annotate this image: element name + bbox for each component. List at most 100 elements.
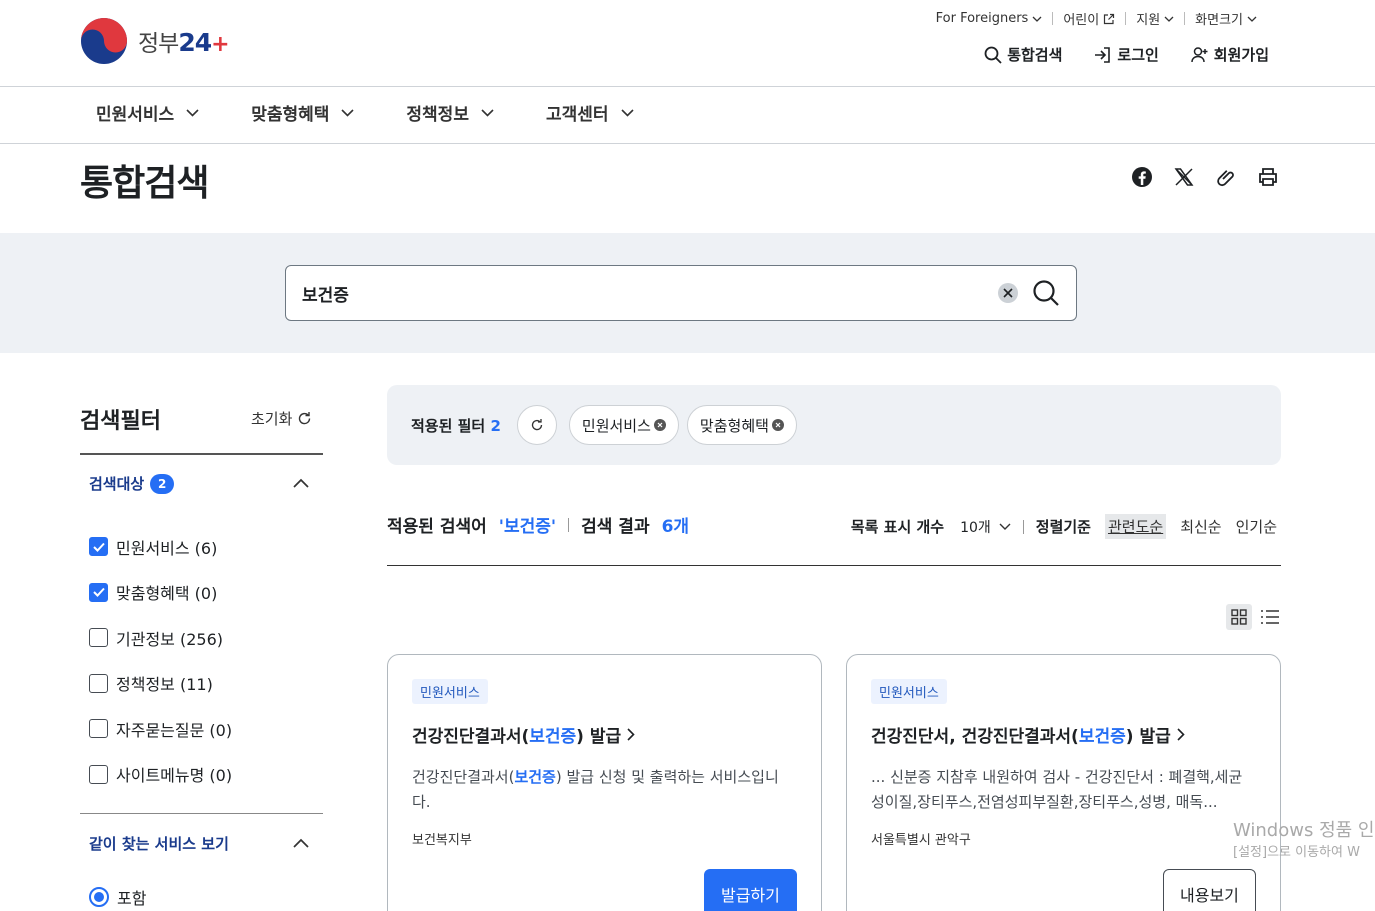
chevron-right-icon	[1177, 728, 1185, 741]
card-description: 건강진단결과서(보건증) 발급 신청 및 출력하는 서비스입니다.	[412, 768, 779, 811]
results-divider	[387, 565, 1281, 566]
chevron-down-icon	[1164, 16, 1174, 22]
chevron-down-icon	[481, 108, 494, 117]
remove-chip-icon[interactable]	[771, 419, 784, 431]
for-foreigners-menu[interactable]: For Foreigners	[926, 11, 1053, 26]
applied-filters-bar: 적용된 필터 2 민원서비스 맞춤형혜택	[387, 385, 1281, 465]
result-count: 6개	[661, 517, 690, 537]
list-view-icon[interactable]	[1260, 609, 1280, 625]
list-count-select[interactable]: 10개	[960, 517, 1011, 537]
count-badge: 2	[150, 473, 175, 494]
chevron-right-icon	[627, 728, 635, 741]
checkbox-checked[interactable]	[89, 537, 108, 557]
category-tag: 민원서비스	[871, 679, 947, 704]
checkbox-checked[interactable]	[89, 582, 108, 602]
sort-relevance[interactable]: 관련도순	[1104, 514, 1167, 539]
search-icon	[984, 46, 1002, 64]
checkbox[interactable]	[89, 719, 108, 739]
result-summary: 적용된 검색어 '보건증' 검색 결과 6개	[387, 512, 689, 537]
chevron-up-icon[interactable]	[293, 478, 309, 488]
related-services-header[interactable]: 같이 찾는 서비스 보기	[89, 833, 229, 854]
clear-search-button[interactable]	[998, 283, 1018, 303]
paperclip-link-icon[interactable]	[1215, 166, 1237, 188]
applied-term: '보건증'	[498, 517, 557, 537]
signup-link[interactable]: 회원가입	[1191, 44, 1269, 65]
filter-option-sitemenu[interactable]: 사이트메뉴명 (0)	[89, 752, 232, 798]
related-include-option[interactable]: 포함	[89, 885, 146, 909]
share-tools	[1131, 166, 1279, 188]
page-title: 통합검색	[80, 163, 209, 204]
nav-civil-services[interactable]: 민원서비스	[96, 100, 199, 125]
logo-text: 정부24+	[138, 28, 230, 57]
taegeuk-logo-icon	[81, 18, 127, 64]
filter-divider	[80, 813, 323, 814]
support-menu[interactable]: 지원	[1126, 9, 1184, 28]
x-twitter-icon[interactable]	[1173, 166, 1195, 188]
nav-custom-benefits[interactable]: 맞춤형혜택	[251, 100, 354, 125]
filter-chip-benefits[interactable]: 맞춤형혜택	[686, 405, 797, 445]
radio-selected[interactable]	[89, 887, 109, 907]
sort-latest[interactable]: 최신순	[1180, 516, 1221, 537]
checkbox[interactable]	[89, 764, 108, 784]
card-organization: 보건복지부	[412, 833, 472, 848]
sort-popular[interactable]: 인기순	[1236, 516, 1277, 537]
screen-size-menu[interactable]: 화면크기	[1185, 9, 1267, 28]
card-organization: 서울특별시 관악구	[871, 833, 971, 848]
filter-option-faq[interactable]: 자주묻는질문 (0)	[89, 706, 232, 752]
search-box: 보건증	[285, 265, 1077, 321]
remove-chip-icon[interactable]	[653, 419, 666, 431]
filter-reset-button[interactable]: 초기화	[251, 408, 312, 429]
search-input[interactable]: 보건증	[302, 281, 998, 306]
search-icon[interactable]	[1032, 279, 1060, 307]
view-details-button[interactable]: 내용보기	[1163, 869, 1256, 911]
login-icon	[1095, 46, 1111, 63]
site-logo[interactable]: 정부24+	[80, 17, 230, 65]
close-icon	[1003, 288, 1013, 298]
card-title-link[interactable]: 건강진단결과서(보건증) 발급	[412, 722, 797, 747]
filter-title: 검색필터	[80, 409, 161, 434]
facebook-icon[interactable]	[1131, 166, 1153, 188]
filter-option-agency[interactable]: 기관정보 (256)	[89, 615, 232, 661]
sort-bar: 목록 표시 개수 10개 정렬기준 관련도순 최신순 인기순	[851, 514, 1277, 539]
header-search-link[interactable]: 통합검색	[984, 44, 1062, 65]
filter-target-list: 민원서비스 (6) 맞춤형혜택 (0) 기관정보 (256) 정책정보 (11)…	[89, 524, 232, 797]
filter-option-policy[interactable]: 정책정보 (11)	[89, 661, 232, 707]
view-toggle	[1226, 604, 1280, 630]
print-icon[interactable]	[1257, 166, 1279, 188]
chevron-up-icon[interactable]	[293, 838, 309, 848]
checkbox[interactable]	[89, 628, 108, 648]
check-icon	[92, 542, 105, 552]
nav-policy-info[interactable]: 정책정보	[406, 100, 494, 125]
card-description: ... 신분증 지참후 내원하여 검사 - 건강진단서 : 폐결핵,세균성이질,…	[871, 768, 1243, 811]
grid-icon	[1231, 609, 1247, 625]
external-link-icon	[1104, 13, 1115, 24]
card-title-link[interactable]: 건강진단서, 건강진단결과서(보건증) 발급	[871, 722, 1256, 747]
chevron-down-icon	[1247, 16, 1257, 22]
reset-filters-button[interactable]	[516, 405, 557, 445]
check-icon	[92, 588, 105, 598]
chevron-down-icon	[1032, 16, 1042, 22]
windows-activation-watermark: Windows 정품 인 [설정]으로 이동하여 W	[1233, 820, 1375, 860]
grid-view-button[interactable]	[1226, 604, 1252, 630]
chevron-down-icon	[620, 108, 634, 117]
checkbox[interactable]	[89, 673, 108, 693]
filter-divider	[80, 453, 323, 455]
login-link[interactable]: 로그인	[1094, 44, 1159, 65]
nav-customer-center[interactable]: 고객센터	[546, 100, 634, 125]
user-add-icon	[1191, 46, 1208, 62]
header-divider	[0, 86, 1375, 87]
filter-chip-civil[interactable]: 민원서비스	[568, 405, 679, 445]
refresh-icon	[531, 419, 543, 431]
filter-option-benefits[interactable]: 맞춤형혜택 (0)	[89, 570, 232, 616]
utility-nav: For Foreigners 어린이 지원 화면크기	[926, 9, 1267, 28]
refresh-icon	[299, 412, 311, 425]
nav-divider	[0, 143, 1375, 144]
filter-target-header[interactable]: 검색대상 2	[89, 473, 175, 494]
kids-link[interactable]: 어린이	[1053, 9, 1125, 28]
main-nav: 민원서비스 맞춤형혜택 정책정보 고객센터	[96, 100, 686, 125]
chevron-down-icon	[341, 108, 354, 117]
filter-option-civil[interactable]: 민원서비스 (6)	[89, 524, 232, 570]
issue-button[interactable]: 발급하기	[704, 869, 797, 911]
chevron-down-icon	[999, 523, 1011, 530]
category-tag: 민원서비스	[412, 679, 488, 704]
